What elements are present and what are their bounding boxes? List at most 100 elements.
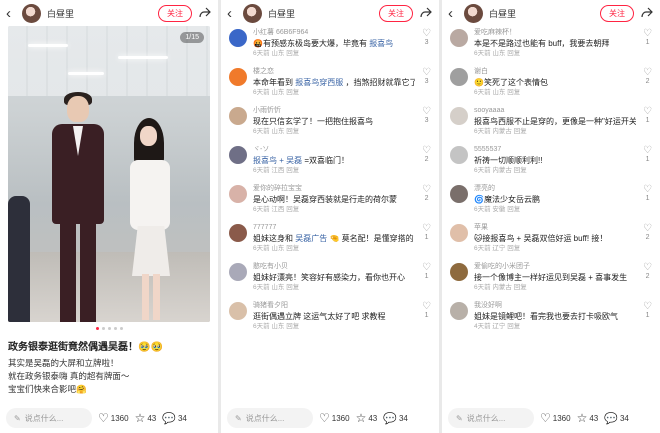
comment-meta[interactable]: 6天前 安徽 回复 [474,205,636,215]
follow-button[interactable]: 关注 [158,4,192,22]
comment-meta[interactable]: 6天前 山东 回复 [253,127,415,137]
comment-meta[interactable]: 6天前 江西 回复 [253,205,415,215]
comment-item[interactable]: 爱吃麻辣杯！ 本是不是路过也能有 buff，我要去朝拜 6天前 山东 回复 ♡ 1 [450,28,652,59]
follow-button[interactable]: 关注 [379,4,413,22]
commenter-name[interactable]: 骑猪看夕阳 [253,301,415,311]
comment-input[interactable]: ✎ 说点什么... [227,408,313,428]
comment-meta[interactable]: 6天前 辽宁 回复 [474,244,636,254]
commenter-name[interactable]: 小雨忻忻 [253,106,415,116]
comment-like-button[interactable]: ♡ 1 [422,262,431,280]
comment-meta[interactable]: 6天前 内蒙古 回复 [474,283,636,293]
comment-item[interactable]: 谢白 🙂笑死了这个表情包 6天前 山东 回复 ♡ 2 [450,67,652,98]
back-chevron-icon[interactable]: ‹ [6,5,16,22]
comment-meta[interactable]: 6天前 内蒙古 回复 [474,166,636,176]
back-chevron-icon[interactable]: ‹ [448,5,458,22]
commenter-avatar[interactable] [450,224,468,242]
commenter-name[interactable]: 小红薯 66B6F964 [253,28,415,38]
share-icon[interactable] [640,6,654,20]
comment-item[interactable]: 小雨忻忻 现在只信玄学了！一把抱住报喜鸟 6天前 山东 回复 ♡ 3 [229,106,431,137]
comment-meta[interactable]: 6天前 山东 回复 [253,283,415,293]
comment-item[interactable]: 爱偷吃的小米团子 接一个像博主一样好运见到吴磊 + 喜事发生 6天前 内蒙古 回复 ♡… [450,262,652,293]
share-icon[interactable] [419,6,433,20]
commenter-avatar[interactable] [450,185,468,203]
share-icon[interactable] [198,6,212,20]
commenter-avatar[interactable] [229,68,247,86]
commenter-name[interactable]: 苹果 [474,223,636,233]
comment-meta[interactable]: 4天前 辽宁 回复 [474,322,636,332]
commenter-name[interactable]: 5555537 [474,145,636,155]
comment-like-button[interactable]: ♡ 1 [643,28,652,46]
comment-like-button[interactable]: ♡ 2 [643,262,652,280]
commenter-avatar[interactable] [229,29,247,47]
commenter-avatar[interactable] [450,29,468,47]
commenter-avatar[interactable] [229,185,247,203]
comment-meta[interactable]: 6天前 内蒙古 回复 [474,127,636,137]
like-button[interactable]: ♡ 1360 [98,411,129,425]
comment-meta[interactable]: 6天前 山东 回复 [253,244,415,254]
comment-button[interactable]: 💬 34 [383,412,408,425]
comment-button[interactable]: 💬 34 [604,412,629,425]
comment-like-button[interactable]: ♡ 2 [422,184,431,202]
commenter-avatar[interactable] [450,302,468,320]
like-button[interactable]: ♡ 1360 [319,411,350,425]
commenter-name[interactable]: 777777 [253,223,415,233]
comment-like-button[interactable]: ♡ 1 [643,301,652,319]
commenter-name[interactable]: 楼之恋 [253,67,415,77]
comment-like-button[interactable]: ♡ 2 [643,223,652,241]
commenter-name[interactable]: 我没好啊 [474,301,636,311]
collect-button[interactable]: ☆ 43 [577,411,599,425]
comment-topic-tag[interactable]: 吴磊广告 [295,234,327,243]
comment-item[interactable]: 爱你的碎拉宝宝 是心动啊！吴磊穿西装就是行走的荷尔蒙 6天前 江西 回复 ♡ 2 [229,184,431,215]
comment-like-button[interactable]: ♡ 2 [422,145,431,163]
comment-meta[interactable]: 6天前 山东 回复 [253,88,415,98]
comment-like-button[interactable]: ♡ 2 [643,67,652,85]
comment-item[interactable]: 楼之恋本命年看到 报喜鸟穿西服 ，挡煞招财就靠它了！6天前 山东 回复♡3 [229,67,431,98]
comment-like-button[interactable]: ♡ 1 [643,106,652,124]
comment-like-button[interactable]: ♡ 1 [643,184,652,202]
comment-item[interactable]: 苹果 🐱接报喜鸟 + 吴磊双倍好运 buff! 接！ 6天前 辽宁 回复 ♡ 2 [450,223,652,254]
post-photo[interactable]: 1/15 [8,26,210,322]
collect-button[interactable]: ☆ 43 [135,411,157,425]
comment-like-button[interactable]: ♡ 3 [422,106,431,124]
commenter-avatar[interactable] [229,224,247,242]
comment-meta[interactable]: 6天前 江西 回复 [253,166,415,176]
comment-item[interactable]: sooyaaaa 报喜鸟西服不止是穿的，更像是一种"好运开关"🎌 6天前 内蒙古 回… [450,106,652,137]
commenter-name[interactable]: 爱偷吃的小米团子 [474,262,636,272]
comment-item[interactable]: 憨吃有小贝 姐妹好漂亮！笑容好有感染力，看你也开心 6天前 山东 回复 ♡ 1 [229,262,431,293]
comment-item[interactable]: 漂亮的 🌀魔法少女岳云鹏 6天前 安徽 回复 ♡ 1 [450,184,652,215]
author-avatar[interactable] [243,3,262,23]
comment-meta[interactable]: 6天前 山东 回复 [253,49,415,59]
comment-topic-tag[interactable]: 报喜鸟 [369,39,393,48]
comment-like-button[interactable]: ♡ 1 [422,301,431,319]
comment-button[interactable]: 💬 34 [162,412,187,425]
comment-item[interactable]: 小红薯 66B6F964 🤬有预感东极岛要大爆，毕竟有 报喜鸟 6天前 山东 回复 ♡… [229,28,431,59]
collect-button[interactable]: ☆ 43 [356,411,378,425]
comment-item[interactable]: ヾ-ソ 报喜鸟 + 吴磊 =双喜临门！ 6天前 江西 回复 ♡ 2 [229,145,431,176]
commenter-name[interactable]: 谢白 [474,67,636,77]
comment-like-button[interactable]: ♡ 1 [422,223,431,241]
author-name[interactable]: 白昼里 [268,7,373,20]
back-chevron-icon[interactable]: ‹ [227,5,237,22]
author-avatar[interactable] [464,3,483,23]
comment-topic-tag[interactable]: 报喜鸟穿西服 [295,78,343,87]
commenter-avatar[interactable] [229,146,247,164]
author-name[interactable]: 白昼里 [47,7,152,20]
commenter-avatar[interactable] [229,107,247,125]
comment-like-button[interactable]: ♡ 3 [422,28,431,46]
commenter-name[interactable]: 爱吃麻辣杯！ [474,28,636,38]
comment-meta[interactable]: 6天前 山东 回复 [474,49,636,59]
comment-topic-tag[interactable]: 报喜鸟 + 吴磊 [253,156,302,165]
commenter-name[interactable]: 爱你的碎拉宝宝 [253,184,415,194]
comment-item[interactable]: 我没好啊 姐妹是镜鲤吧！看完我也要去打卡吸欧气 4天前 辽宁 回复 ♡ 1 [450,301,652,332]
like-button[interactable]: ♡ 1360 [540,411,571,425]
comment-input[interactable]: ✎ 说点什么... [448,408,534,428]
comment-input[interactable]: ✎ 说点什么... [6,408,92,428]
comment-item[interactable]: 骑猪看夕阳 逛街偶遇立牌 这运气太好了吧 求教程 6天前 山东 回复 ♡ 1 [229,301,431,332]
author-name[interactable]: 白昼里 [489,7,594,20]
comment-meta[interactable]: 6天前 山东 回复 [253,322,415,332]
commenter-avatar[interactable] [450,107,468,125]
commenter-avatar[interactable] [450,146,468,164]
comment-item[interactable]: 5555537 祈祷一切顺顺利利!! 6天前 内蒙古 回复 ♡ 1 [450,145,652,176]
commenter-avatar[interactable] [229,302,247,320]
commenter-avatar[interactable] [229,263,247,281]
